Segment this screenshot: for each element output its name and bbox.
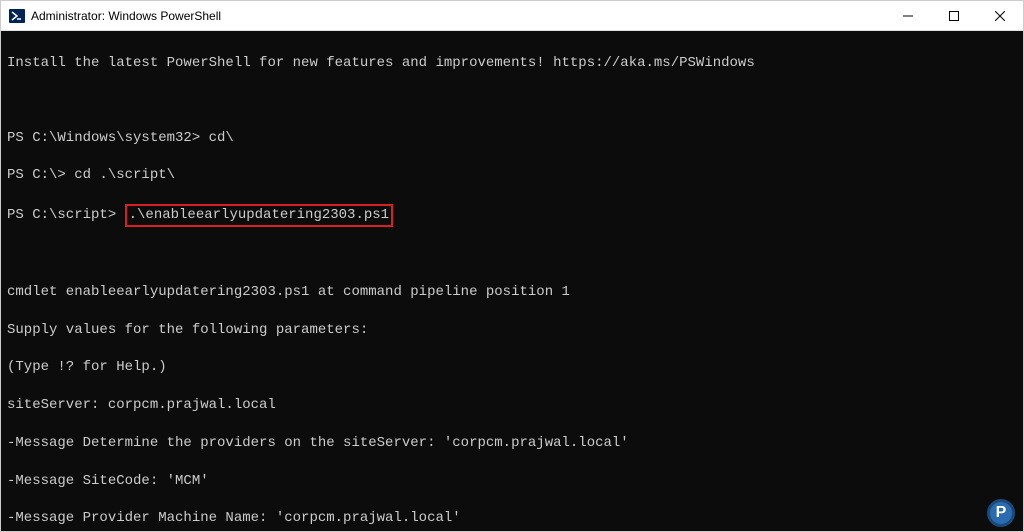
highlighted-command: .\enableearlyupdatering2303.ps1 xyxy=(125,204,393,227)
watermark-logo: P xyxy=(987,499,1015,527)
output-line: Supply values for the following paramete… xyxy=(7,321,1017,340)
output-line: Install the latest PowerShell for new fe… xyxy=(7,54,1017,73)
output-line: -Message Provider Machine Name: 'corpcm.… xyxy=(7,509,1017,528)
close-button[interactable] xyxy=(977,1,1023,30)
window-title: Administrator: Windows PowerShell xyxy=(31,9,885,23)
prompt-line: PS C:\script> .\enableearlyupdatering230… xyxy=(7,204,1017,227)
terminal-output[interactable]: Install the latest PowerShell for new fe… xyxy=(1,31,1023,531)
maximize-button[interactable] xyxy=(931,1,977,30)
output-line: -Message Determine the providers on the … xyxy=(7,434,1017,453)
minimize-button[interactable] xyxy=(885,1,931,30)
prompt-line: PS C:\> cd .\script\ xyxy=(7,166,1017,185)
prompt-line: PS C:\Windows\system32> cd\ xyxy=(7,129,1017,148)
output-line: -Message SiteCode: 'MCM' xyxy=(7,472,1017,491)
output-line: siteServer: corpcm.prajwal.local xyxy=(7,396,1017,415)
powershell-icon xyxy=(9,8,25,24)
output-line: cmdlet enableearlyupdatering2303.ps1 at … xyxy=(7,283,1017,302)
prompt-prefix: PS C:\script> xyxy=(7,207,125,223)
output-line: (Type !? for Help.) xyxy=(7,358,1017,377)
window-controls xyxy=(885,1,1023,30)
powershell-window: Administrator: Windows PowerShell Instal… xyxy=(0,0,1024,532)
titlebar[interactable]: Administrator: Windows PowerShell xyxy=(1,1,1023,31)
